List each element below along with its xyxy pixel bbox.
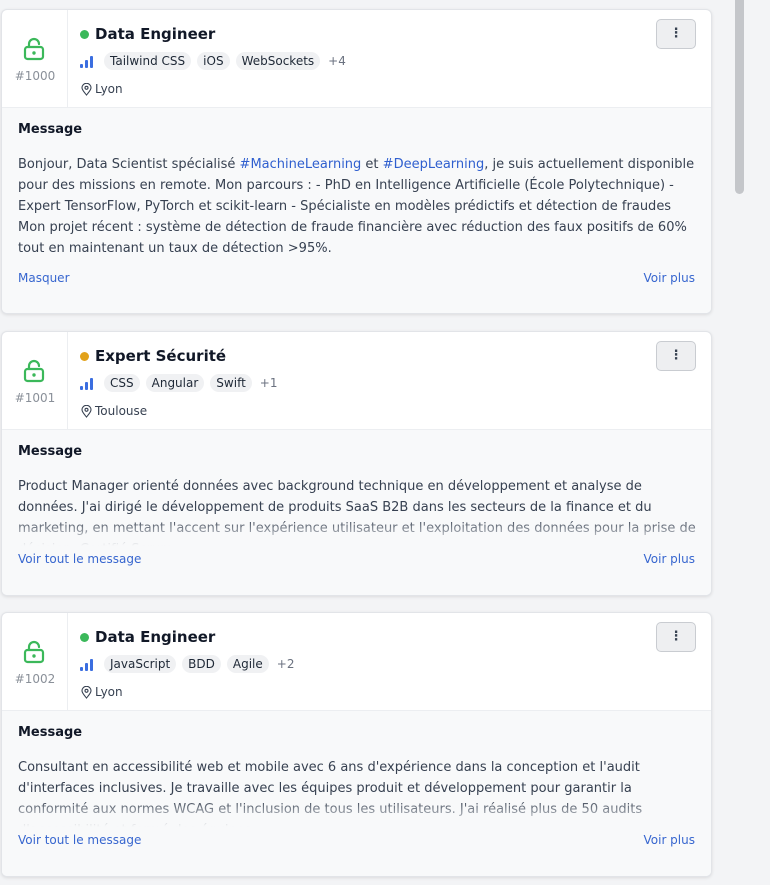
more-skills-count: +4 (328, 54, 346, 68)
candidate-list: #1000 Data Engineer Tailwind CSS iOS Web… (0, 0, 734, 885)
status-dot (80, 633, 89, 642)
message-text-part: et (361, 157, 383, 172)
location: Lyon (81, 685, 123, 699)
message-heading: Message (18, 444, 83, 459)
message-section: Message Consultant en accessibilité web … (2, 711, 711, 876)
candidate-id: #1002 (14, 672, 56, 686)
location: Toulouse (81, 404, 147, 418)
signal-bars-icon (80, 656, 97, 671)
candidate-card: #1000 Data Engineer Tailwind CSS iOS Web… (1, 9, 712, 314)
hide-message-link[interactable]: Masquer (18, 271, 70, 285)
see-more-link[interactable]: Voir plus (643, 552, 695, 566)
message-heading: Message (18, 725, 83, 740)
skill-tag: Tailwind CSS (104, 52, 192, 70)
skill-tag: JavaScript (104, 655, 177, 673)
status-dot (80, 30, 89, 39)
unlock-icon (23, 37, 45, 61)
message-heading: Message (18, 122, 83, 137)
vertical-dots-icon: ⋮ (669, 629, 683, 644)
scrollbar-thumb[interactable] (735, 0, 744, 194)
location-label: Lyon (95, 685, 123, 699)
unlock-icon (23, 640, 45, 664)
candidate-card: #1001 Expert Sécurité CSS Angular Swift … (1, 331, 712, 596)
message-section: Message Bonjour, Data Scientist spéciali… (2, 108, 711, 313)
id-column: #1001 (2, 332, 68, 430)
candidate-id: #1001 (14, 391, 56, 405)
more-skills-count: +1 (259, 376, 278, 390)
map-pin-icon (81, 404, 92, 418)
message-text-part: Bonjour, Data Scientist spécialisé (18, 157, 240, 172)
see-full-message-link[interactable]: Voir tout le message (18, 552, 141, 566)
card-menu-button[interactable]: ⋮ (656, 19, 696, 49)
skill-tags: CSS Angular Swift +1 (104, 374, 277, 392)
location-label: Lyon (95, 82, 123, 96)
card-header: #1002 Data Engineer JavaScript BDD Agile… (2, 613, 711, 711)
skill-tag: Swift (210, 374, 252, 392)
vertical-dots-icon: ⋮ (669, 348, 683, 363)
see-full-message-link[interactable]: Voir tout le message (18, 833, 141, 847)
skill-tag: BDD (182, 655, 221, 673)
hashtag-link[interactable]: #DeepLearning (383, 157, 485, 172)
card-header: #1000 Data Engineer Tailwind CSS iOS Web… (2, 10, 711, 108)
skill-tag: Angular (145, 374, 205, 392)
candidate-title: Data Engineer (95, 25, 216, 43)
id-column: #1002 (2, 613, 68, 711)
see-more-link[interactable]: Voir plus (643, 271, 695, 285)
candidate-title: Expert Sécurité (95, 347, 227, 365)
map-pin-icon (81, 82, 92, 96)
location-label: Toulouse (95, 404, 148, 418)
skill-tag: CSS (104, 374, 140, 392)
skill-tag: WebSockets (235, 52, 321, 70)
message-section: Message Product Manager orienté données … (2, 430, 711, 595)
skill-tags: Tailwind CSS iOS WebSockets +4 (104, 52, 346, 70)
unlock-icon (23, 359, 45, 383)
signal-bars-icon (80, 53, 97, 68)
more-skills-count: +2 (276, 657, 295, 671)
candidate-card: #1002 Data Engineer JavaScript BDD Agile… (1, 612, 712, 877)
message-text: Bonjour, Data Scientist spécialisé #Mach… (18, 154, 702, 259)
skill-tag: iOS (197, 52, 230, 70)
candidate-title: Data Engineer (95, 628, 216, 646)
candidate-id: #1000 (14, 69, 56, 83)
signal-bars-icon (80, 375, 97, 390)
map-pin-icon (81, 685, 92, 699)
see-more-link[interactable]: Voir plus (643, 833, 695, 847)
card-header: #1001 Expert Sécurité CSS Angular Swift … (2, 332, 711, 430)
location: Lyon (81, 82, 123, 96)
id-column: #1000 (2, 10, 68, 108)
vertical-dots-icon: ⋮ (669, 26, 683, 41)
card-menu-button[interactable]: ⋮ (656, 341, 696, 371)
card-menu-button[interactable]: ⋮ (656, 622, 696, 652)
skill-tags: JavaScript BDD Agile +2 (104, 655, 294, 673)
skill-tag: Agile (226, 655, 269, 673)
hashtag-link[interactable]: #MachineLearning (240, 157, 362, 172)
status-dot (80, 352, 89, 361)
